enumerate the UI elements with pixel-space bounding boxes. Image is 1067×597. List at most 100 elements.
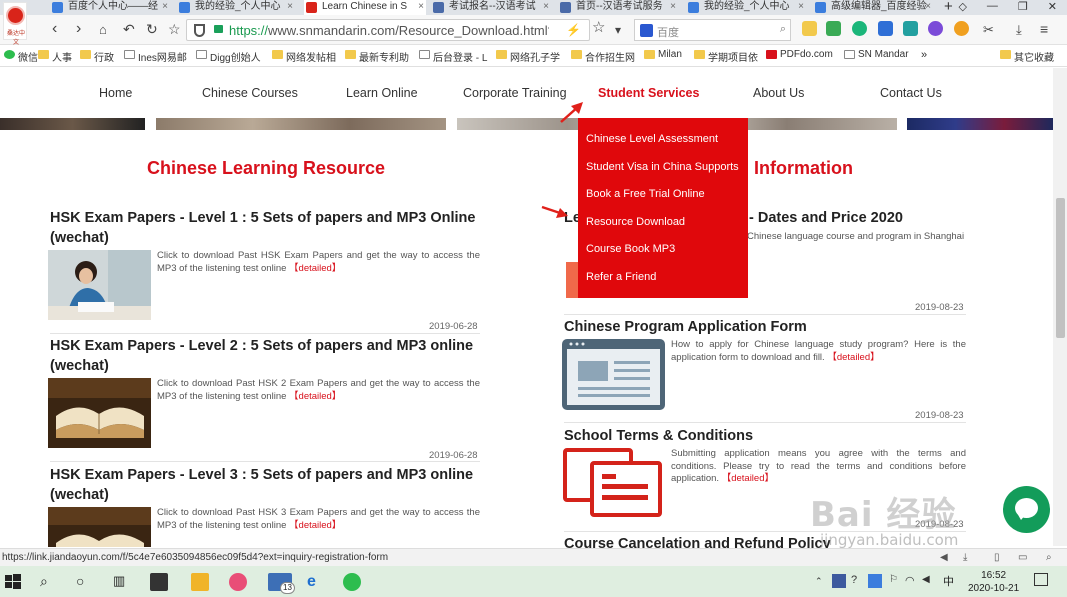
- forward-icon[interactable]: ›: [76, 20, 81, 38]
- search-box[interactable]: 百度 ⌕: [634, 19, 791, 41]
- menu-item-student-visa[interactable]: Student Visa in China Supports: [586, 161, 739, 173]
- info-title[interactable]: Chinese Program Application Form: [564, 317, 807, 337]
- speaker-icon[interactable]: ◀: [940, 552, 948, 563]
- nav-contact-us[interactable]: Contact Us: [880, 86, 942, 100]
- menu-item-resource-download[interactable]: Resource Download: [586, 216, 685, 228]
- scissors-icon[interactable]: ✂: [983, 21, 994, 39]
- browser-tab-active[interactable]: Learn Chinese in S ×: [304, 0, 426, 15]
- bookmark-folder[interactable]: 人事: [38, 49, 72, 64]
- close-icon[interactable]: ×: [543, 0, 549, 13]
- file-explorer-icon[interactable]: [191, 573, 209, 591]
- close-icon[interactable]: ×: [287, 0, 293, 13]
- site-logo[interactable]: 桑达中文: [3, 2, 27, 46]
- favorite-icon[interactable]: ☆: [168, 20, 181, 38]
- url-bar[interactable]: https://www.snmandarin.com/Resource_Down…: [186, 19, 590, 41]
- resource-title[interactable]: HSK Exam Papers - Level 3 : 5 Sets of pa…: [50, 465, 490, 505]
- close-window-icon[interactable]: ✕: [1048, 0, 1057, 13]
- info-title-end[interactable]: - Dates and Price 2020: [749, 208, 903, 228]
- maximize-icon[interactable]: ❐: [1018, 0, 1028, 13]
- minimize-icon[interactable]: —: [987, 0, 998, 13]
- bookmark-folder[interactable]: 网络孔子学: [496, 49, 560, 64]
- task-view-icon[interactable]: ▥: [113, 573, 131, 591]
- cortana-icon[interactable]: ○: [76, 573, 94, 591]
- bookmark-folder[interactable]: 行政: [80, 49, 114, 64]
- bookmark-folder[interactable]: 最新专利助: [345, 49, 409, 64]
- detailed-link[interactable]: 【detailed】: [827, 352, 879, 363]
- url-text[interactable]: https://www.snmandarin.com/Resource_Down…: [229, 23, 549, 38]
- window-icon[interactable]: ▭: [1018, 552, 1027, 563]
- bookmark-item[interactable]: Ines网易邮: [124, 49, 187, 64]
- back-icon[interactable]: ‹: [52, 20, 57, 38]
- grammarly-icon[interactable]: [852, 21, 867, 36]
- open-book-image[interactable]: [48, 507, 151, 547]
- search-icon[interactable]: ⌕: [780, 23, 786, 36]
- nav-corporate-training[interactable]: Corporate Training: [463, 86, 567, 100]
- document-icon-image[interactable]: [562, 447, 665, 519]
- bookmark-item[interactable]: Digg创始人: [196, 49, 261, 64]
- compass-icon[interactable]: [928, 21, 943, 36]
- nav-home[interactable]: Home: [99, 86, 132, 100]
- browser-tab[interactable]: 我的经验_个人中心 ×: [177, 0, 295, 15]
- menu-item-chinese-level-assessment[interactable]: Chinese Level Assessment: [586, 133, 718, 145]
- zoom-icon[interactable]: ⌕: [1046, 552, 1052, 563]
- close-icon[interactable]: ×: [798, 0, 804, 13]
- nav-chinese-courses[interactable]: Chinese Courses: [202, 86, 298, 100]
- info-thumbnail[interactable]: [566, 262, 578, 298]
- menu-item-book-free-trial[interactable]: Book a Free Trial Online: [586, 188, 705, 200]
- browser-icon[interactable]: [229, 573, 247, 591]
- store-icon[interactable]: [150, 573, 168, 591]
- detailed-link[interactable]: 【detailed】: [289, 263, 341, 274]
- nav-learn-online[interactable]: Learn Online: [346, 86, 418, 100]
- bookmark-folder[interactable]: Milan: [644, 49, 682, 60]
- bookmark-item[interactable]: PDFdo.com: [766, 49, 833, 60]
- menu-item-course-book-mp3[interactable]: Course Book MP3: [586, 243, 675, 255]
- student-writing-image[interactable]: [48, 250, 151, 320]
- nav-about-us[interactable]: About Us: [753, 86, 804, 100]
- wifi-icon[interactable]: ◠: [905, 574, 915, 587]
- nav-student-services[interactable]: Student Services: [598, 86, 699, 100]
- volume-icon[interactable]: ◀: [922, 574, 930, 585]
- detailed-link[interactable]: 【detailed】: [289, 520, 341, 531]
- detailed-link[interactable]: 【detailed】: [289, 391, 341, 402]
- download-icon[interactable]: ⤓: [1016, 21, 1022, 39]
- ime-text[interactable]: 中: [943, 573, 954, 589]
- map-icon[interactable]: [903, 21, 918, 36]
- info-title[interactable]: School Terms & Conditions: [564, 426, 753, 446]
- bookmark-folder[interactable]: 网络发帖相: [272, 49, 336, 64]
- close-icon[interactable]: ×: [162, 0, 168, 13]
- search-icon[interactable]: ⌕: [40, 573, 58, 591]
- extension-icon[interactable]: [826, 21, 841, 36]
- bookmark-item[interactable]: SN Mandar: [844, 49, 909, 60]
- download-icon[interactable]: ⤓: [963, 552, 967, 563]
- chat-button[interactable]: [1003, 486, 1050, 533]
- menu-icon[interactable]: ≡: [1040, 20, 1048, 38]
- detailed-link[interactable]: 【detailed】: [722, 473, 774, 484]
- lightning-icon[interactable]: ⚡: [566, 23, 581, 37]
- edge-icon[interactable]: e: [307, 573, 325, 591]
- bookmark-item[interactable]: 后台登录 - L: [419, 49, 487, 64]
- notification-icon[interactable]: ⚐: [889, 574, 898, 585]
- app-tray-icon[interactable]: [868, 574, 882, 588]
- browser-tab[interactable]: 考试报名--汉语考试 ×: [431, 0, 551, 15]
- bookmark-folder[interactable]: 学期项目依: [694, 49, 758, 64]
- windows-start-icon[interactable]: [4, 573, 22, 591]
- close-icon[interactable]: ×: [418, 0, 424, 13]
- undo-icon[interactable]: ↶: [123, 20, 135, 38]
- form-icon-image[interactable]: [562, 339, 665, 410]
- search-input[interactable]: 百度: [657, 24, 679, 40]
- action-center-icon[interactable]: [1034, 573, 1048, 586]
- page-scrollbar[interactable]: [1053, 68, 1067, 546]
- split-icon[interactable]: ▯: [994, 552, 1000, 563]
- reload-icon[interactable]: ↻: [146, 20, 158, 38]
- qq-icon[interactable]: [832, 574, 846, 588]
- resource-title[interactable]: HSK Exam Papers - Level 2 : 5 Sets of pa…: [50, 336, 490, 376]
- more-bookmarks-icon[interactable]: »: [921, 49, 927, 61]
- close-icon[interactable]: ×: [670, 0, 676, 13]
- ime-indicator[interactable]: ⌃: [815, 576, 823, 587]
- bookmark-folder[interactable]: 合作招生网: [571, 49, 635, 64]
- resource-title[interactable]: HSK Exam Papers - Level 1 : 5 Sets of pa…: [50, 208, 490, 248]
- bookmark-star-icon[interactable]: ☆: [592, 19, 605, 37]
- bookmark-item[interactable]: 微信: [4, 49, 38, 64]
- menu-item-refer-a-friend[interactable]: Refer a Friend: [586, 271, 656, 283]
- wechat-icon[interactable]: [343, 573, 361, 591]
